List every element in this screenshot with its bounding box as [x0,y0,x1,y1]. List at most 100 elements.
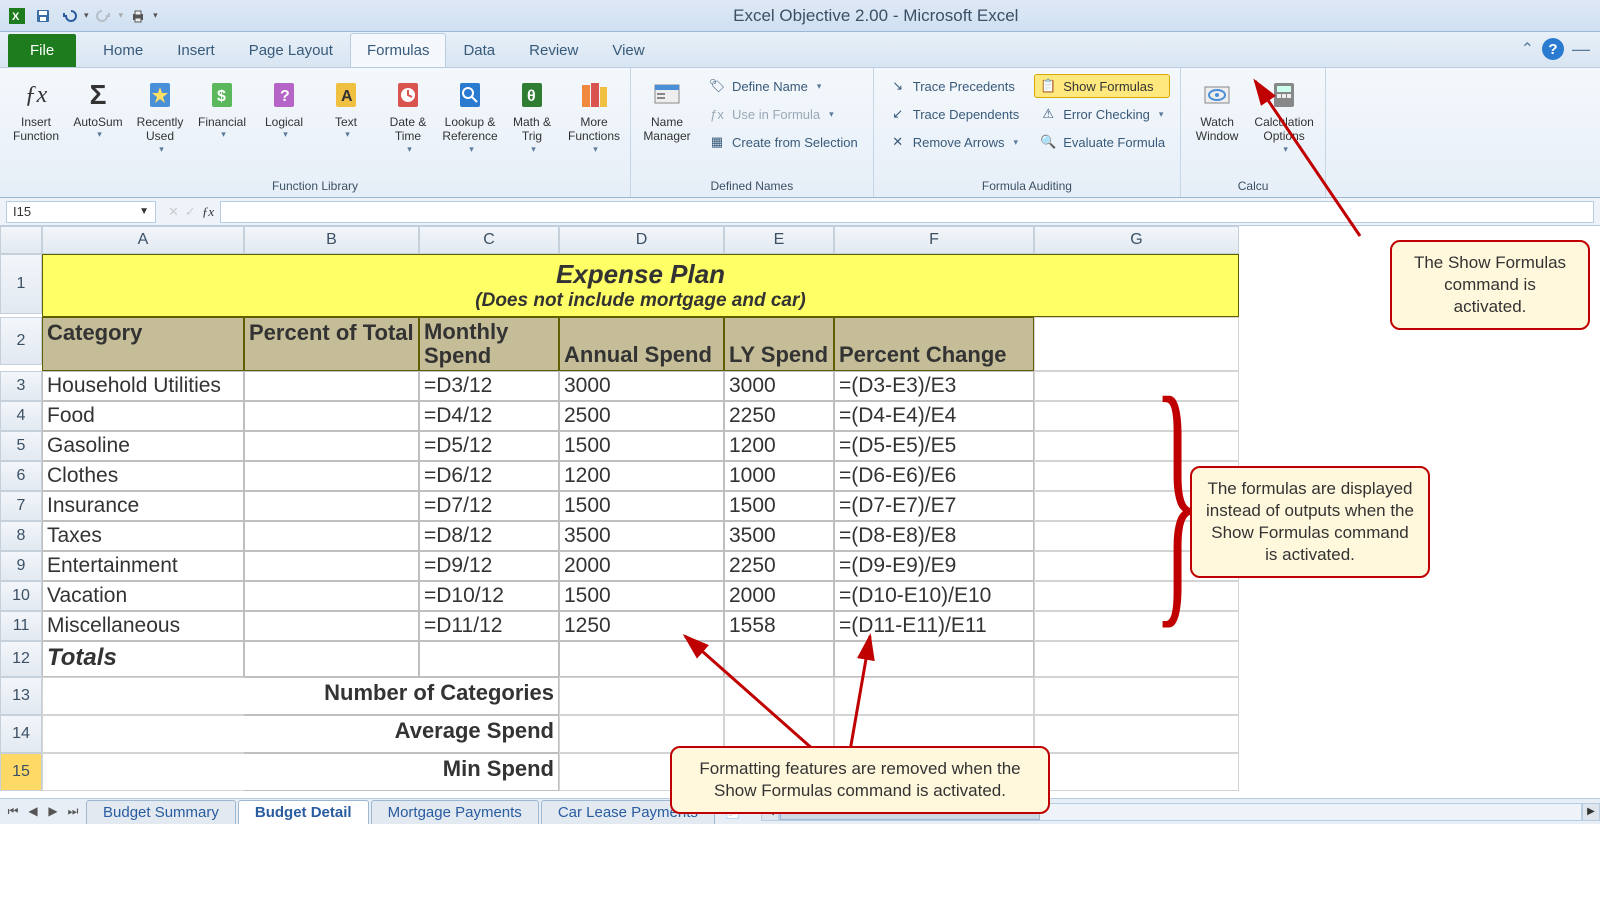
create-from-selection-button[interactable]: ▦Create from Selection [703,130,863,154]
cell-B5[interactable] [244,431,419,461]
cell-E5[interactable]: 1200 [724,431,834,461]
cell-C6[interactable]: =D6/12 [419,461,559,491]
row-header-14[interactable]: 14 [0,715,42,753]
header-category[interactable]: Category [42,317,244,371]
cell-A15[interactable] [42,753,244,791]
header-percent-change[interactable]: Percent Change [834,317,1034,371]
cell-F6[interactable]: =(D6-E6)/E6 [834,461,1034,491]
cell-minspend[interactable]: Min Spend [244,753,559,791]
cell-avgspend[interactable]: Average Spend [244,715,559,753]
cell-E3[interactable]: 3000 [724,371,834,401]
row-header-15[interactable]: 15 [0,753,42,791]
tab-insert[interactable]: Insert [160,33,232,67]
formula-input[interactable] [220,201,1594,223]
worksheet-area[interactable]: ABCDEFG1Expense Plan(Does not include mo… [0,226,1600,798]
cell-C5[interactable]: =D5/12 [419,431,559,461]
cell-C9[interactable]: =D9/12 [419,551,559,581]
cell-D10[interactable]: 1500 [559,581,724,611]
cell-D8[interactable]: 3500 [559,521,724,551]
use-in-formula-button[interactable]: ƒxUse in Formula [703,102,863,126]
cell-A6[interactable]: Clothes [42,461,244,491]
select-all-corner[interactable] [0,226,42,254]
trace-precedents-button[interactable]: ↘Trace Precedents [884,74,1024,98]
cell-A10[interactable]: Vacation [42,581,244,611]
cell-E9[interactable]: 2250 [724,551,834,581]
cell-D11[interactable]: 1250 [559,611,724,641]
cell-r13-3[interactable] [1034,677,1239,715]
row-header-7[interactable]: 7 [0,491,42,521]
excel-icon[interactable]: X [6,5,28,27]
row-header-2[interactable]: 2 [0,317,42,365]
header-percent-total[interactable]: Percent of Total [244,317,419,371]
cell-F11[interactable]: =(D11-E11)/E11 [834,611,1034,641]
cell-G10[interactable] [1034,581,1239,611]
cell-C7[interactable]: =D7/12 [419,491,559,521]
trace-dependents-button[interactable]: ↙Trace Dependents [884,102,1024,126]
row-header-9[interactable]: 9 [0,551,42,581]
cell-C3[interactable]: =D3/12 [419,371,559,401]
cell-totals[interactable]: Totals [42,641,244,677]
row-header-5[interactable]: 5 [0,431,42,461]
sheet-tab-budget-summary[interactable]: Budget Summary [86,800,236,824]
cell-totals-1[interactable] [419,641,559,677]
cell-A3[interactable]: Household Utilities [42,371,244,401]
cell-A14[interactable] [42,715,244,753]
cell-G2[interactable] [1034,317,1239,371]
sheet-tab-mortgage[interactable]: Mortgage Payments [371,800,539,824]
header-annual-spend[interactable]: Annual Spend [559,317,724,371]
window-minimize[interactable]: — [1572,39,1590,60]
row-header-12[interactable]: 12 [0,641,42,677]
calculation-options-button[interactable]: Calculation Options [1249,72,1319,160]
cell-totals-2[interactable] [559,641,724,677]
cell-C4[interactable]: =D4/12 [419,401,559,431]
cell-C8[interactable]: =D8/12 [419,521,559,551]
cell-F3[interactable]: =(D3-E3)/E3 [834,371,1034,401]
cell-E4[interactable]: 2250 [724,401,834,431]
cell-A9[interactable]: Entertainment [42,551,244,581]
undo-dropdown[interactable]: ▾ [84,10,89,21]
financial-button[interactable]: $Financial [192,72,252,145]
cell-E8[interactable]: 3500 [724,521,834,551]
cell-A5[interactable]: Gasoline [42,431,244,461]
cell-B9[interactable] [244,551,419,581]
cell-r13-0[interactable] [559,677,724,715]
cell-B8[interactable] [244,521,419,551]
cell-F7[interactable]: =(D7-E7)/E7 [834,491,1034,521]
cell-E7[interactable]: 1500 [724,491,834,521]
row-header-13[interactable]: 13 [0,677,42,715]
print-icon[interactable] [127,5,149,27]
insert-function-button[interactable]: ƒxInsert Function [6,72,66,149]
cancel-icon[interactable]: ✕ [168,204,179,220]
save-icon[interactable] [32,5,54,27]
show-formulas-button[interactable]: 📋Show Formulas [1034,74,1170,98]
tab-review[interactable]: Review [512,33,595,67]
cell-D9[interactable]: 2000 [559,551,724,581]
cell-C10[interactable]: =D10/12 [419,581,559,611]
autosum-button[interactable]: ΣAutoSum [68,72,128,145]
cell-r15-3[interactable] [1034,753,1239,791]
cell-G3[interactable] [1034,371,1239,401]
text-button[interactable]: AText [316,72,376,145]
cell-F5[interactable]: =(D5-E5)/E5 [834,431,1034,461]
cell-G5[interactable] [1034,431,1239,461]
cell-A11[interactable]: Miscellaneous [42,611,244,641]
row-header-4[interactable]: 4 [0,401,42,431]
cell-B3[interactable] [244,371,419,401]
cell-F9[interactable]: =(D9-E9)/E9 [834,551,1034,581]
cell-D5[interactable]: 1500 [559,431,724,461]
logical-button[interactable]: ?Logical [254,72,314,145]
enter-icon[interactable]: ✓ [185,204,196,220]
recently-used-button[interactable]: Recently Used [130,72,190,160]
row-header-3[interactable]: 3 [0,371,42,401]
cell-D3[interactable]: 3000 [559,371,724,401]
cell-A8[interactable]: Taxes [42,521,244,551]
row-header-1[interactable]: 1 [0,254,42,314]
col-header-D[interactable]: D [559,226,724,254]
cell-r14-3[interactable] [1034,715,1239,753]
cell-D4[interactable]: 2500 [559,401,724,431]
row-header-10[interactable]: 10 [0,581,42,611]
tab-home[interactable]: Home [86,33,160,67]
cell-numcat[interactable]: Number of Categories [244,677,559,715]
name-manager-button[interactable]: Name Manager [637,72,697,149]
cell-A7[interactable]: Insurance [42,491,244,521]
